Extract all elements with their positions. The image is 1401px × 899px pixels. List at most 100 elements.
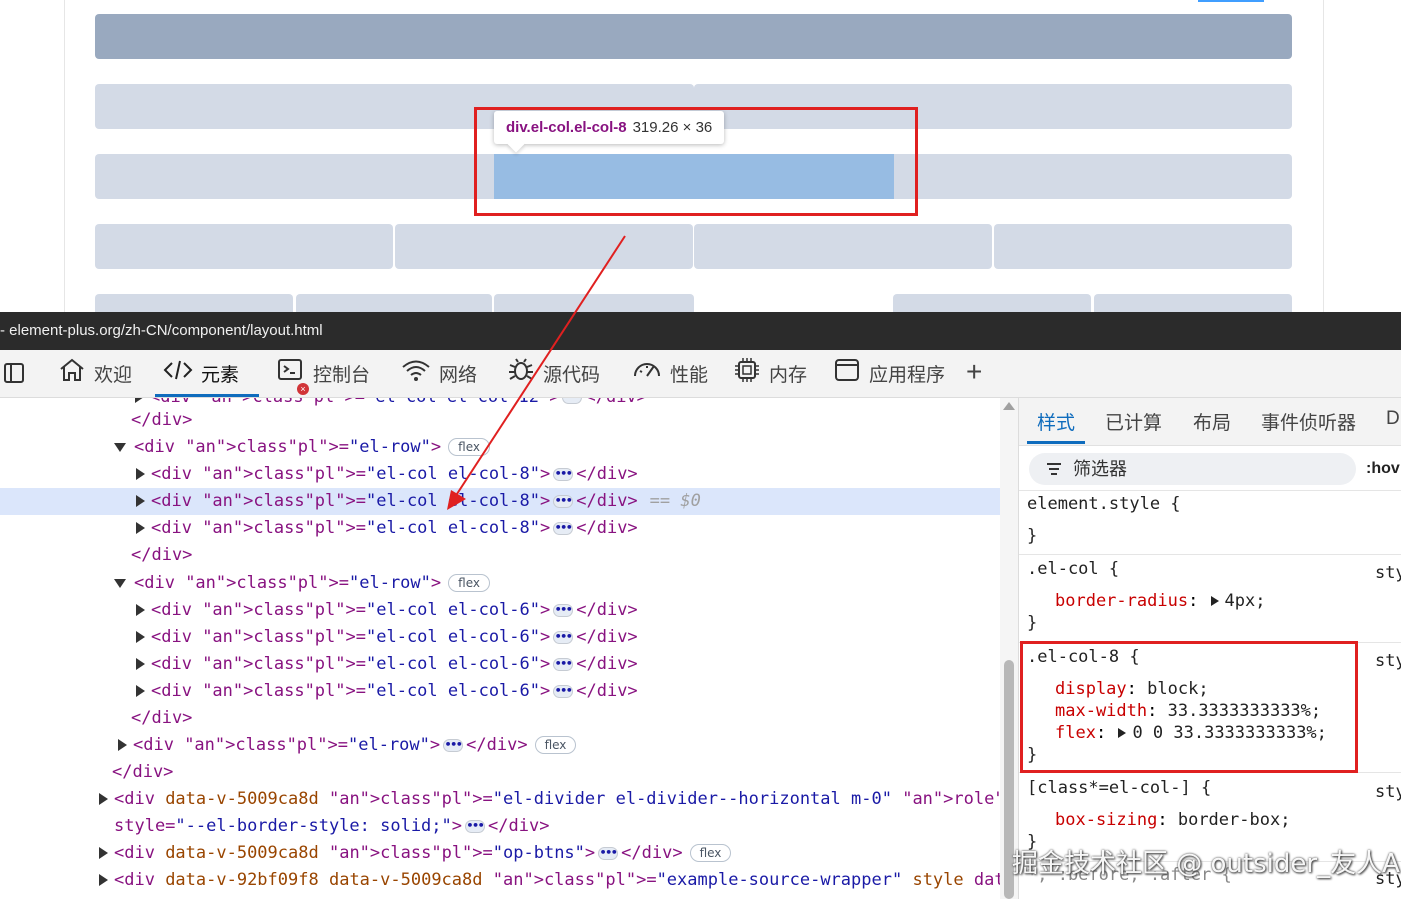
expand-icon[interactable] [136,495,145,507]
gauge-icon [632,358,662,388]
tab-performance[interactable]: 性能 [632,350,708,396]
console-error-badge: × [297,383,309,395]
tab-welcome[interactable]: 欢迎 [58,350,132,396]
ellipsis-icon[interactable]: ••• [598,846,619,860]
add-tab-icon[interactable]: + [966,356,982,388]
rule-attr-el-col[interactable]: [class*=el-col-] { box-sizing: border-bo… [1019,777,1401,853]
tree-node-divider[interactable]: <div data-v-5009ca8d "an">class"pl">="el… [0,786,1000,813]
expand-icon[interactable] [99,847,108,859]
preview-col-6 [95,224,393,269]
expand-icon[interactable] [136,658,145,670]
tree-node-divider-cont[interactable]: style="--el-border-style: solid;"> ••• </d… [0,813,1000,840]
ellipsis-icon[interactable]: ••• [553,521,574,535]
tab-console-label: 控制台 [313,364,371,386]
tab-more[interactable]: D [1386,408,1400,430]
url-bar: - element-plus.org/zh-CN/component/layou… [0,312,1401,350]
tree-close-tag: </div> [131,410,193,430]
filter-icon [1047,463,1061,475]
tree-node-col-8[interactable]: <div "an">class"pl">="el-col el-col-8"> •… [0,515,1000,542]
flex-badge[interactable]: flex [448,574,490,592]
tab-memory[interactable]: 内存 [733,350,807,396]
ellipsis-icon[interactable]: ••• [443,738,464,752]
ellipsis-icon[interactable]: ••• [553,684,574,698]
expand-icon[interactable] [99,793,108,805]
tree-node-el-row[interactable]: <div "an">class"pl">="el-row"> flex [0,434,1000,461]
bug-icon [507,357,535,389]
tab-application-label: 应用程序 [869,364,946,386]
flex-badge[interactable]: flex [534,736,577,754]
expand-icon[interactable] [136,604,145,616]
tree-node-col-8-selected[interactable]: <div "an">class"pl">="el-col el-col-8"> •… [0,488,1000,515]
tree-node-op-btns[interactable]: <div data-v-5009ca8d "an">class"pl">="op… [0,840,1000,867]
expand-icon[interactable] [136,522,145,534]
tab-sources[interactable]: 源代码 [507,350,600,396]
rule-source-link[interactable]: sty [1375,782,1401,802]
selected-marker: == $0 [649,491,701,511]
scroll-up-icon[interactable] [1003,402,1015,410]
tree-node-col-6[interactable]: <div "an">class"pl">="el-col el-col-6"> •… [0,597,1000,624]
expand-icon[interactable] [99,874,108,886]
tab-elements[interactable]: 元素 [154,350,260,397]
tree-node-col-8[interactable]: <div "an">class"pl">="el-col el-col-8"> •… [0,461,1000,488]
tree-node-col-6[interactable]: <div "an">class"pl">="el-col el-col-6"> •… [0,651,1000,678]
tab-computed[interactable]: 已计算 [1105,408,1162,435]
rule-source-link[interactable]: sty [1375,563,1401,583]
rule-source-link[interactable]: sty [1375,651,1401,671]
highlight-box-preview [474,107,918,216]
ellipsis-icon[interactable]: ••• [553,494,574,508]
tab-elements-label: 元素 [201,364,240,386]
tree-node-el-row[interactable]: <div "an">class"pl">="el-row"> flex [0,570,1000,597]
rule-el-col[interactable]: .el-col { border-radius: 4px; } [1019,558,1401,634]
tab-network[interactable]: 网络 [401,350,477,396]
flex-badge[interactable]: flex [689,844,732,862]
tab-event-listeners[interactable]: 事件侦听器 [1261,408,1356,435]
tree-node-source-wrapper[interactable]: <div data-v-92bf09f8 data-v-5009ca8d "an… [0,867,1000,894]
tab-application[interactable]: 应用程序 [833,350,945,396]
expand-shorthand-icon[interactable] [1210,596,1219,606]
tree-close-tag: </div> [131,708,193,728]
divider [1019,490,1401,491]
collapse-icon[interactable] [114,578,126,588]
dock-side-icon[interactable] [4,363,24,383]
expand-icon[interactable] [136,685,145,697]
app-icon [833,357,861,389]
tab-welcome-label: 欢迎 [94,364,133,386]
watermark: 掘金技术社区 @ outsider_友人A [1012,849,1400,879]
preview-accent-line [1198,0,1264,2]
tab-network-label: 网络 [439,364,478,386]
preview-col-6 [694,224,992,269]
tab-layout[interactable]: 布局 [1193,408,1231,435]
ellipsis-icon[interactable]: ••• [562,398,583,404]
tab-styles[interactable]: 样式 [1026,408,1086,444]
divider [1019,554,1401,555]
expand-icon[interactable] [135,398,144,403]
page-preview: div.el-col.el-col-8 319.26 × 36 [0,0,1401,324]
expand-icon[interactable] [136,468,145,480]
ellipsis-icon[interactable]: ••• [465,819,486,833]
tree-close-tag: </div> [131,545,193,565]
ellipsis-icon[interactable]: ••• [553,603,574,617]
ellipsis-icon[interactable]: ••• [553,657,574,671]
ellipsis-icon[interactable]: ••• [553,467,574,481]
tree-node-el-row-collapsed[interactable]: <div "an">class"pl">="el-row"> ••• </div> f… [0,732,1000,759]
tree-scrollbar[interactable] [1000,398,1018,899]
rule-element-style[interactable]: element.style { } [1019,493,1401,547]
chip-icon [733,357,761,389]
ellipsis-icon[interactable]: ••• [553,630,574,644]
tab-performance-label: 性能 [670,364,709,386]
flex-badge[interactable]: flex [448,438,490,456]
tree-node-col-6[interactable]: <div "an">class"pl">="el-col el-col-6"> •… [0,624,1000,651]
style-filter-input[interactable]: 筛选器 [1029,453,1356,485]
expand-icon[interactable] [118,739,127,751]
elements-tree: <div "an">class"pl">="el-col el-col-12">… [0,398,1000,899]
tree-node-col-6[interactable]: <div "an">class"pl">="el-col el-col-6"> •… [0,678,1000,705]
console-icon: × [277,357,309,395]
code-icon [163,358,193,388]
url-text: - element-plus.org/zh-CN/component/layou… [0,322,323,339]
preview-col-6 [994,224,1292,269]
tab-console[interactable]: × 控制台 [277,350,370,396]
expand-icon[interactable] [136,631,145,643]
collapse-icon[interactable] [114,442,126,452]
hov-toggle[interactable]: :hov [1366,460,1400,478]
filter-placeholder: 筛选器 [1073,459,1127,479]
